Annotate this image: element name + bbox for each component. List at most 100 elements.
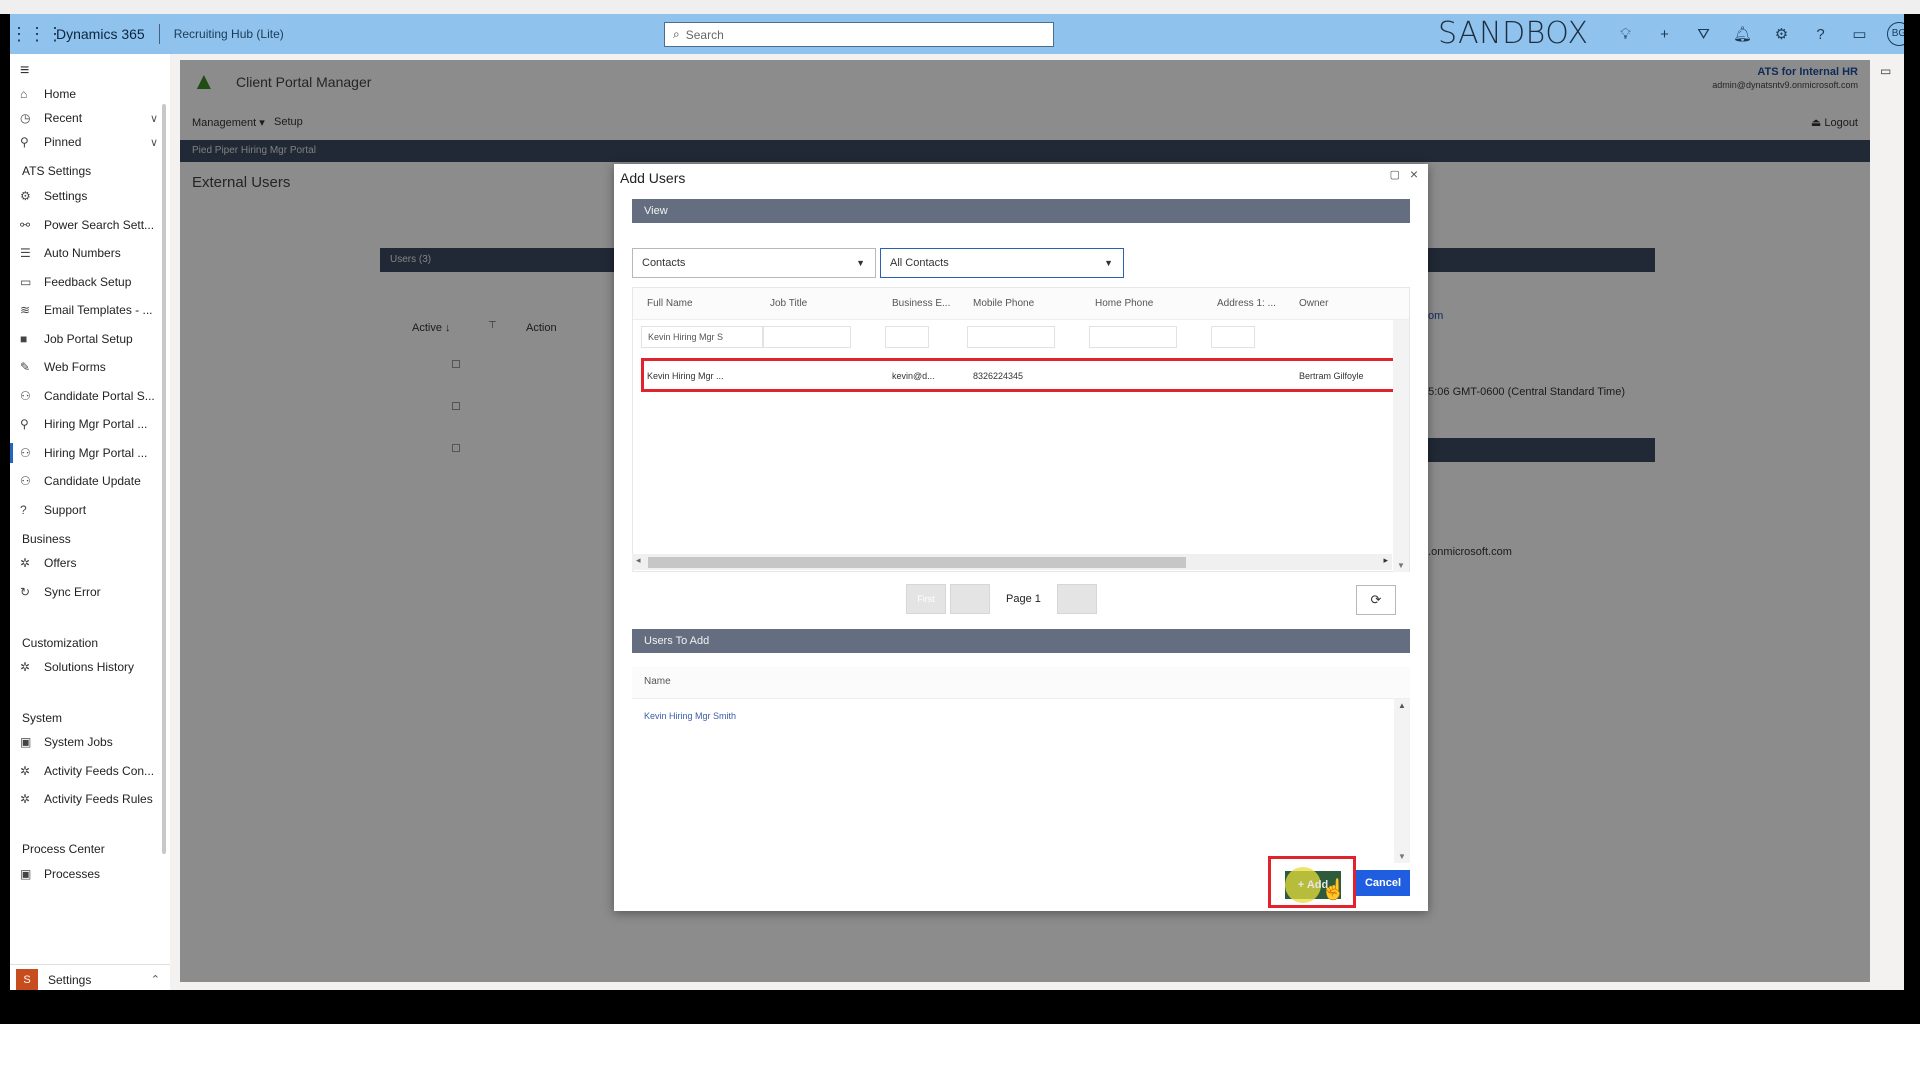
puzzle-icon: ✲ <box>20 792 31 806</box>
column-business-email[interactable]: Business E... <box>892 298 950 309</box>
dropdown-arrow-icon: ▼ <box>856 258 865 268</box>
area-switcher[interactable]: S Settings ⌃ <box>10 964 170 990</box>
plus-icon[interactable]: + <box>1645 26 1684 43</box>
grid-horizontal-scrollbar[interactable]: ◂ ▸ <box>632 554 1392 570</box>
chat-icon[interactable]: ▭ <box>1840 25 1879 43</box>
cell-owner: Bertram Gilfoyle <box>1299 371 1364 381</box>
refresh-button[interactable]: ⟳ <box>1356 585 1396 615</box>
lightbulb-icon[interactable]: 💡︎ <box>1606 26 1645 43</box>
maximize-icon[interactable]: ▢ <box>1390 168 1400 181</box>
sidebar-item-hiring-mgr-portal-1[interactable]: ⚲ Hiring Mgr Portal ... <box>20 412 160 436</box>
sidebar-item-hiring-mgr-portal-2[interactable]: ⚇ Hiring Mgr Portal ... <box>10 441 160 465</box>
entity-select[interactable]: Contacts ▼ <box>632 248 876 278</box>
page-label: Page 1 <box>1006 593 1041 605</box>
table-row[interactable]: Kevin Hiring Mgr ... kevin@d... 83262243… <box>641 358 1403 392</box>
app-window: ⋮⋮⋮ Dynamics 365 Recruiting Hub (Lite) ⌕… <box>10 14 1904 990</box>
column-full-name[interactable]: Full Name <box>647 298 693 309</box>
scroll-up-icon[interactable]: ▲ <box>1398 701 1406 710</box>
sidebar-item-activity-feeds-config[interactable]: ✲ Activity Feeds Con... <box>20 759 160 783</box>
sidebar-item-home[interactable]: ⌂ Home <box>20 82 160 106</box>
column-address[interactable]: Address 1: ... <box>1217 298 1276 309</box>
filter-row: Kevin Hiring Mgr S <box>633 326 1409 352</box>
sidebar-item-solutions-history[interactable]: ✲ Solutions History <box>20 655 160 679</box>
refresh-icon: ⟳ <box>1370 592 1382 607</box>
sidebar-item-recent[interactable]: ◷ Recent ∨ <box>20 106 160 130</box>
sidebar-item-sync-error[interactable]: ↻ Sync Error <box>20 580 160 604</box>
sidebar-item-label: Pinned <box>44 135 82 149</box>
scroll-down-icon[interactable]: ▼ <box>1398 852 1406 861</box>
gear-icon[interactable]: ⚙ <box>1762 25 1801 43</box>
app-name[interactable]: Dynamics 365 <box>56 26 145 42</box>
column-mobile-phone[interactable]: Mobile Phone <box>973 298 1034 309</box>
add-users-dialog: Add Users ▢ × View Contacts ▼ All Contac… <box>614 164 1428 911</box>
hamburger-icon[interactable]: ≡ <box>20 62 29 80</box>
sidebar-item-email-templates[interactable]: ≋ Email Templates - ... <box>20 298 160 322</box>
side-panel-icon[interactable]: ▭ <box>1880 64 1891 78</box>
scroll-down-icon[interactable]: ▼ <box>1397 561 1405 570</box>
section-business: Business <box>22 532 71 546</box>
section-process-center: Process Center <box>22 842 105 856</box>
sidebar-item-candidate-portal[interactable]: ⚇ Candidate Portal S... <box>20 384 160 408</box>
cell-email: kevin@d... <box>892 371 935 381</box>
column-owner[interactable]: Owner <box>1299 298 1328 309</box>
column-home-phone[interactable]: Home Phone <box>1095 298 1153 309</box>
sidebar-item-web-forms[interactable]: ✎ Web Forms <box>20 355 160 379</box>
sidebar-scrollbar[interactable] <box>162 104 166 854</box>
bell-icon[interactable]: 🔔︎ <box>1723 25 1762 43</box>
cancel-button[interactable]: Cancel <box>1356 870 1410 896</box>
close-icon[interactable]: × <box>1410 166 1418 182</box>
stack-icon: ≋ <box>20 303 31 317</box>
up-down-chevron-icon: ⌃ <box>150 974 160 986</box>
sidebar-item-label: Processes <box>44 867 101 881</box>
clock-icon: ◷ <box>20 111 31 125</box>
filter-business-email-input[interactable] <box>885 326 929 348</box>
contacts-grid: Full Name Job Title Business E... Mobile… <box>632 287 1410 572</box>
next-page-button[interactable] <box>1056 584 1097 614</box>
scroll-right-icon[interactable]: ▸ <box>1383 555 1388 566</box>
list-item[interactable]: Kevin Hiring Mgr Smith <box>644 711 736 721</box>
sidebar-item-feedback-setup[interactable]: ▭ Feedback Setup <box>20 270 160 294</box>
scrollbar-thumb[interactable] <box>648 557 1186 568</box>
sync-icon: ↻ <box>20 585 31 599</box>
previous-page-button[interactable] <box>950 584 990 614</box>
filter-home-phone-input[interactable] <box>1089 326 1177 348</box>
grid-vertical-scrollbar[interactable]: ▼ <box>1393 320 1409 572</box>
module-name[interactable]: Recruiting Hub (Lite) <box>174 27 284 41</box>
sidebar-item-label: System Jobs <box>44 735 113 749</box>
help-icon[interactable]: ? <box>1801 26 1840 43</box>
filter-address-input[interactable] <box>1211 326 1255 348</box>
chevron-down-icon[interactable]: ∨ <box>150 112 158 125</box>
section-system: System <box>22 711 63 725</box>
sidebar-item-activity-feeds-rules[interactable]: ✲ Activity Feeds Rules <box>20 787 160 811</box>
add-button-highlight: + Add ☝ <box>1268 856 1356 908</box>
scroll-left-icon[interactable]: ◂ <box>636 555 641 566</box>
sidebar-item-auto-numbers[interactable]: ☰ Auto Numbers <box>20 241 160 265</box>
filter-icon[interactable]: ⛛ <box>1684 26 1723 43</box>
sidebar-item-label: Activity Feeds Con... <box>44 764 155 778</box>
sidebar-item-support[interactable]: ? Support <box>20 498 160 522</box>
search-input[interactable]: ⌕ Search <box>664 22 1054 47</box>
column-job-title[interactable]: Job Title <box>770 298 807 309</box>
sidebar-item-label: Feedback Setup <box>44 275 132 289</box>
filter-mobile-phone-input[interactable] <box>967 326 1055 348</box>
sidebar-item-settings[interactable]: ⚙ Settings <box>20 184 160 208</box>
sidebar-item-power-search[interactable]: ⚯ Power Search Sett... <box>20 213 160 237</box>
chevron-down-icon[interactable]: ∨ <box>150 136 158 149</box>
app-launcher-icon[interactable]: ⋮⋮⋮ <box>10 24 64 45</box>
sidebar-item-candidate-update[interactable]: ⚇ Candidate Update <box>20 469 160 493</box>
list-vertical-scrollbar[interactable]: ▲ ▼ <box>1394 699 1410 863</box>
avatar[interactable]: BG <box>1887 22 1904 46</box>
filter-job-title-input[interactable] <box>763 326 851 348</box>
filter-full-name-input[interactable]: Kevin Hiring Mgr S <box>641 326 763 348</box>
first-page-button[interactable]: First <box>906 584 946 614</box>
sidebar-item-offers[interactable]: ✲ Offers <box>20 551 160 575</box>
entity-select-value: Contacts <box>642 257 686 269</box>
sidebar-item-job-portal-setup[interactable]: ■ Job Portal Setup <box>20 327 160 351</box>
sidebar-item-pinned[interactable]: ⚲ Pinned ∨ <box>20 130 160 154</box>
app-header: ⋮⋮⋮ Dynamics 365 Recruiting Hub (Lite) ⌕… <box>10 14 1904 54</box>
sidebar-item-processes[interactable]: ▣ Processes <box>20 862 160 886</box>
add-button[interactable]: + Add ☝ <box>1285 867 1346 903</box>
environment-label: SANDBOX <box>1438 16 1589 51</box>
sidebar-item-system-jobs[interactable]: ▣ System Jobs <box>20 730 160 754</box>
view-select[interactable]: All Contacts ▼ <box>880 248 1124 278</box>
